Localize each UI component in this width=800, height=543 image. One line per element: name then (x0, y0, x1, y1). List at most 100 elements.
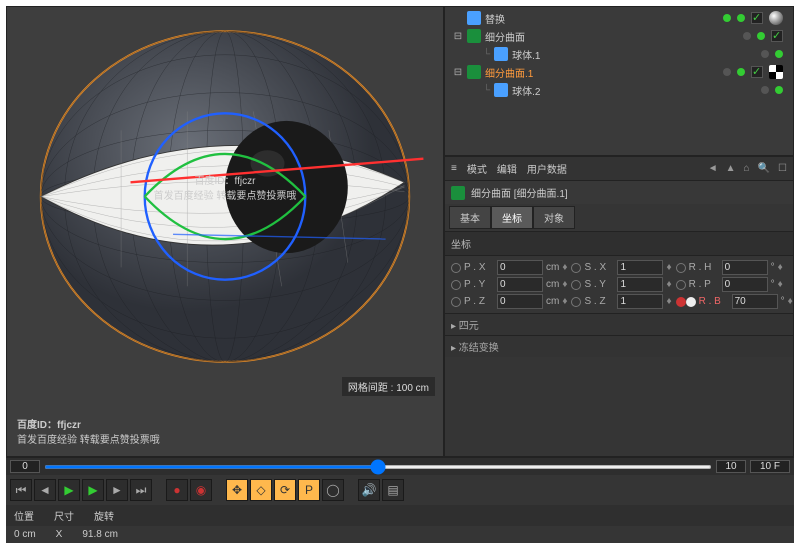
key-scale-icon[interactable]: ◇ (250, 479, 272, 501)
visibility-dot[interactable] (743, 32, 751, 40)
field-sy[interactable]: S . Y♦ (571, 277, 671, 292)
frame-end-b[interactable]: 10 F (750, 460, 790, 473)
nav-back-icon[interactable]: ◄ (708, 163, 718, 174)
enable-checkbox[interactable] (751, 12, 763, 24)
bookmark-icon[interactable]: ☐ (778, 163, 787, 174)
input-rp[interactable] (722, 277, 768, 292)
marker-button[interactable]: ▤ (382, 479, 404, 501)
field-rp[interactable]: R . P°♦ (676, 277, 783, 292)
section-coord: 坐标 (445, 231, 793, 256)
tab-coord[interactable]: 坐标 (491, 206, 533, 229)
object-name[interactable]: 替换 (485, 11, 505, 26)
visibility-dot[interactable] (737, 14, 745, 22)
field-rh[interactable]: R . H°♦ (676, 260, 783, 275)
visibility-dot[interactable] (723, 68, 731, 76)
object-name[interactable]: 球体.1 (512, 47, 540, 62)
key-pla-icon[interactable]: ◯ (322, 479, 344, 501)
object-manager[interactable]: 替换 ⊟ 细分曲面└球体.1 ⊟ 细分曲面.1└球体.2 (444, 6, 794, 156)
input-rh[interactable] (722, 260, 768, 275)
menu-userdata[interactable]: 用户数据 (527, 161, 567, 176)
object-row[interactable]: 替换 (447, 9, 791, 27)
input-sy[interactable] (617, 277, 663, 292)
field-py[interactable]: P . Ycm♦ (451, 277, 567, 292)
input-px[interactable] (497, 260, 543, 275)
cloth-icon (467, 11, 481, 25)
status-x-val: 91.8 cm (82, 529, 118, 540)
menu-mode[interactable]: 模式 (467, 161, 487, 176)
object-row[interactable]: ⊟ 细分曲面.1 (447, 63, 791, 81)
key-param-icon[interactable]: P (298, 479, 320, 501)
expand-icon[interactable]: ⊟ (453, 67, 463, 78)
status-y: 0 cm (14, 529, 36, 540)
attr-object-name: 细分曲面 [细分曲面.1] (471, 185, 568, 200)
goto-start-button[interactable]: ⏮ (10, 479, 32, 501)
grid-spacing-label: 网格间距 : 100 cm (342, 377, 435, 396)
menu-edit[interactable]: 编辑 (497, 161, 517, 176)
enable-checkbox[interactable] (771, 30, 783, 42)
visibility-dot[interactable] (723, 14, 731, 22)
object-name[interactable]: 细分曲面.1 (485, 65, 533, 80)
playback-toolbar: ⏮ ◄ ▶ ▶ ► ⏭ ● ◉ ✥ ◇ ⟳ P ◯ 🔊 ▤ (6, 475, 794, 505)
record-button[interactable]: ● (166, 479, 188, 501)
object-row[interactable]: └球体.2 (447, 81, 791, 99)
visibility-dot[interactable] (775, 86, 783, 94)
nav-up-icon[interactable]: ▲ (726, 163, 736, 174)
object-name[interactable]: 细分曲面 (485, 29, 525, 44)
object-name[interactable]: 球体.2 (512, 83, 540, 98)
input-rb[interactable] (732, 294, 778, 309)
sound-button[interactable]: 🔊 (358, 479, 380, 501)
visibility-dot[interactable] (761, 50, 769, 58)
subdiv-icon (451, 186, 465, 200)
input-pz[interactable] (497, 294, 543, 309)
enable-checkbox[interactable] (751, 66, 763, 78)
material-tag[interactable] (769, 11, 783, 25)
field-px[interactable]: P . Xcm♦ (451, 260, 567, 275)
tab-basic[interactable]: 基本 (449, 206, 491, 229)
field-pz[interactable]: P . Zcm♦ (451, 294, 567, 309)
field-sx[interactable]: S . X♦ (571, 260, 671, 275)
coords-grid: P . Xcm♦ S . X♦ R . H°♦ P . Ycm♦ S . Y♦ … (445, 256, 793, 313)
subdiv-icon (467, 65, 481, 79)
timeline[interactable]: 0 10 10 F (6, 458, 794, 475)
visibility-dot[interactable] (775, 50, 783, 58)
autokey-button[interactable]: ◉ (190, 479, 212, 501)
input-py[interactable] (497, 277, 543, 292)
right-panel: 替换 ⊟ 细分曲面└球体.1 ⊟ 细分曲面.1└球体.2 ≡ 模式 编辑 用户数据 ◄ … (444, 6, 794, 457)
step-back-button[interactable]: ◄ (34, 479, 56, 501)
input-sx[interactable] (617, 260, 663, 275)
play-forward-button[interactable]: ▶ (82, 479, 104, 501)
burger-icon[interactable]: ≡ (451, 163, 457, 174)
frame-start[interactable]: 0 (10, 460, 40, 473)
app-root: 网格间距 : 100 cm 百度ID：ffjczr 首发百度经验 转载要点赞投票… (0, 0, 800, 543)
input-sz[interactable] (617, 294, 663, 309)
tab-object[interactable]: 对象 (533, 206, 575, 229)
goto-end-button[interactable]: ⏭ (130, 479, 152, 501)
field-sz[interactable]: S . Z♦ (571, 294, 671, 309)
object-row[interactable]: └球体.1 (447, 45, 791, 63)
visibility-dot[interactable] (737, 68, 745, 76)
status-x-label: X (56, 529, 63, 540)
play-back-button[interactable]: ▶ (58, 479, 80, 501)
attr-title-row: 细分曲面 [细分曲面.1] (445, 181, 793, 204)
sphere-icon (494, 83, 508, 97)
section-quaternion[interactable]: ▸ 四元 (445, 313, 793, 335)
step-forward-button[interactable]: ► (106, 479, 128, 501)
section-freeze[interactable]: ▸ 冻结变换 (445, 335, 793, 357)
key-rotate-icon[interactable]: ⟳ (274, 479, 296, 501)
field-rb[interactable]: R . B°♦ (676, 294, 793, 309)
viewport[interactable]: 网格间距 : 100 cm 百度ID：ffjczr 首发百度经验 转载要点赞投票… (6, 6, 444, 457)
expand-icon[interactable]: ⊟ (453, 31, 463, 42)
visibility-dot[interactable] (757, 32, 765, 40)
frame-end-a[interactable]: 10 (716, 460, 746, 473)
visibility-dot[interactable] (761, 86, 769, 94)
search-icon[interactable]: 🔍 (758, 163, 770, 174)
attribute-manager: ≡ 模式 编辑 用户数据 ◄ ▲ ⌂ 🔍 ☐ 细分曲面 [细分曲面.1] 基本 … (444, 156, 794, 457)
material-tag[interactable] (769, 65, 783, 79)
timeline-slider[interactable] (44, 465, 712, 469)
home-icon[interactable]: ⌂ (744, 163, 750, 174)
attr-menubar: ≡ 模式 编辑 用户数据 ◄ ▲ ⌂ 🔍 ☐ (445, 157, 793, 181)
main-area: 网格间距 : 100 cm 百度ID：ffjczr 首发百度经验 转载要点赞投票… (6, 6, 794, 457)
eye-svg (17, 17, 433, 376)
object-row[interactable]: ⊟ 细分曲面 (447, 27, 791, 45)
key-move-icon[interactable]: ✥ (226, 479, 248, 501)
